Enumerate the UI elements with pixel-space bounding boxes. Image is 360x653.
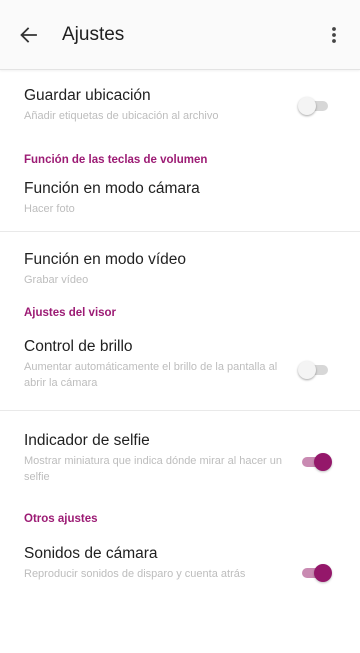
guardar-ubicacion-toggle[interactable]: [298, 96, 332, 116]
setting-modo-video[interactable]: Función en modo vídeo Grabar vídeo: [0, 232, 360, 302]
setting-subtitle: Añadir etiquetas de ubicación al archivo: [24, 110, 219, 122]
setting-subtitle: Hacer foto: [24, 203, 75, 215]
setting-sonidos-camara[interactable]: Sonidos de cámara Reproducir sonidos de …: [0, 526, 360, 606]
category-volumen: Función de las teclas de volumen: [24, 154, 208, 166]
setting-subtitle: Mostrar miniatura que indica dónde mirar…: [24, 455, 283, 483]
page-title: Ajustes: [62, 23, 125, 45]
setting-title: Guardar ubicación: [24, 87, 151, 104]
setting-modo-camara[interactable]: Función en modo cámara Hacer foto: [0, 167, 360, 231]
setting-subtitle: Grabar vídeo: [24, 274, 89, 286]
control-brillo-toggle[interactable]: [298, 360, 332, 380]
setting-title: Indicador de selfie: [24, 432, 150, 449]
setting-control-brillo[interactable]: Control de brillo Aumentar automáticamen…: [0, 320, 360, 410]
setting-title: Función en modo vídeo: [24, 251, 186, 268]
setting-subtitle: Aumentar automáticamente el brillo de la…: [24, 361, 278, 389]
setting-indicador-selfie[interactable]: Indicador de selfie Mostrar miniatura qu…: [0, 411, 360, 508]
category-otros: Otros ajustes: [24, 513, 98, 525]
sonidos-camara-toggle[interactable]: [298, 563, 332, 583]
setting-title: Función en modo cámara: [24, 180, 200, 197]
setting-subtitle: Reproducir sonidos de disparo y cuenta a…: [24, 568, 246, 580]
category-visor: Ajustes del visor: [24, 307, 117, 319]
app-bar: Ajustes: [0, 0, 360, 70]
setting-title: Control de brillo: [24, 338, 133, 355]
back-arrow-icon[interactable]: [16, 23, 40, 47]
settings-list: Guardar ubicación Añadir etiquetas de ub…: [0, 70, 360, 606]
setting-title: Sonidos de cámara: [24, 545, 158, 562]
more-options-icon[interactable]: [322, 23, 346, 47]
indicador-selfie-toggle[interactable]: [298, 452, 332, 472]
setting-guardar-ubicacion[interactable]: Guardar ubicación Añadir etiquetas de ub…: [0, 70, 360, 153]
